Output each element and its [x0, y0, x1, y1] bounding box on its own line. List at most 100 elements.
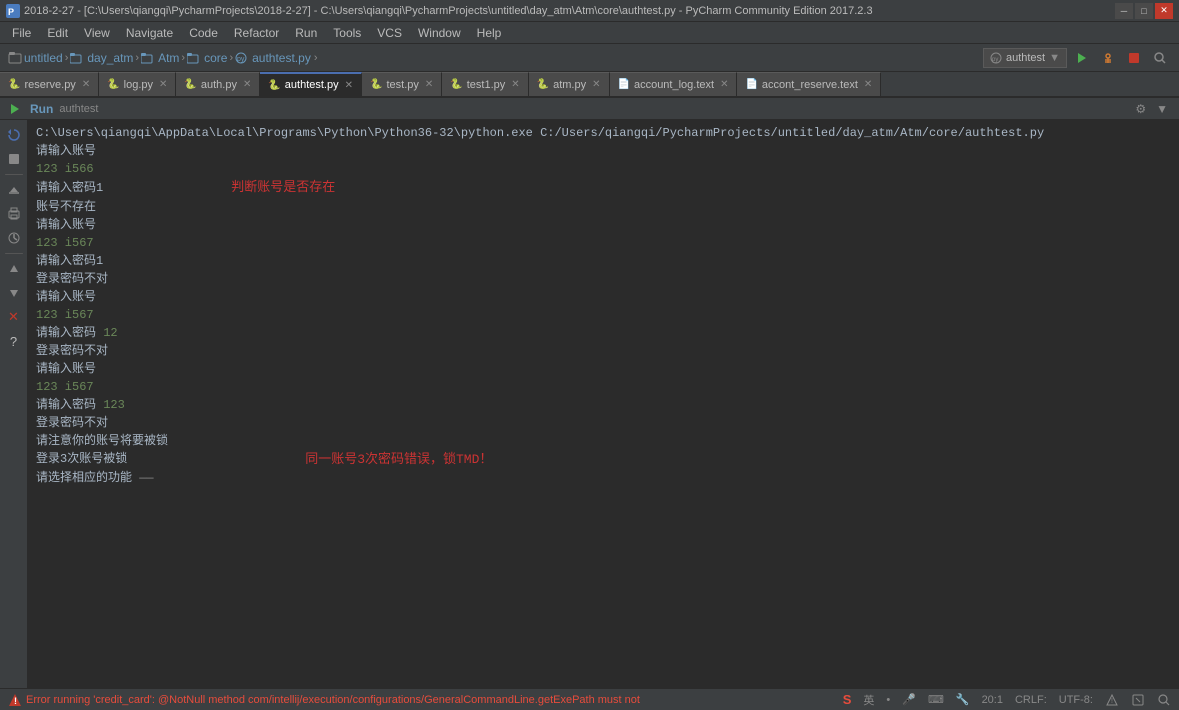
breadcrumb-authtest-label: authtest.py — [252, 51, 311, 65]
line-ending-indicator: CRLF: — [1015, 694, 1047, 706]
menu-navigate[interactable]: Navigate — [118, 24, 181, 42]
left-toolbar: ✕ ? — [0, 120, 28, 688]
menu-code[interactable]: Code — [181, 24, 226, 42]
breadcrumb-core[interactable]: core — [187, 51, 227, 65]
tab-test1-label: test1.py — [467, 79, 506, 91]
scroll-end-button[interactable] — [3, 179, 25, 201]
breadcrumb-sep-1: › — [65, 52, 69, 64]
breadcrumb-atm-label: Atm — [158, 51, 179, 65]
run-panel-title: Run — [30, 102, 53, 116]
run-config-chevron: ▼ — [1049, 52, 1060, 64]
output-line-11: 请输入密码 12 — [36, 324, 1171, 342]
output-line-18: 登录3次账号被锁 同一账号3次密码错误，锁TMD！ — [36, 450, 1171, 470]
stop-button[interactable] — [1123, 48, 1145, 68]
tab-test1-close[interactable]: ✕ — [511, 79, 519, 90]
keyboard-icon: ⌨ — [928, 693, 944, 706]
tab-atm-close[interactable]: ✕ — [592, 79, 600, 90]
tab-authtest-icon: 🐍 — [268, 80, 280, 91]
menu-window[interactable]: Window — [410, 24, 469, 42]
tab-auth-label: auth.py — [201, 79, 237, 91]
breadcrumb-day-atm-label: day_atm — [87, 51, 133, 65]
tab-test[interactable]: 🐍 test.py ✕ — [362, 72, 442, 96]
tab-authtest-label: authtest.py — [285, 79, 339, 91]
breadcrumb-untitled[interactable]: untitled — [24, 51, 63, 65]
svg-text:py: py — [992, 57, 998, 63]
tab-accont-reserve[interactable]: 📄 accont_reserve.text ✕ — [737, 72, 881, 96]
help-button[interactable]: ? — [3, 330, 25, 352]
tab-accont-reserve-close[interactable]: ✕ — [864, 79, 872, 90]
output-line-2: 123 i566 — [36, 160, 1171, 178]
tab-authtest[interactable]: 🐍 authtest.py ✕ — [260, 72, 362, 96]
breadcrumb-authtest[interactable]: py authtest.py › — [235, 51, 317, 65]
tab-account-log[interactable]: 📄 account_log.text ✕ — [610, 72, 738, 96]
debug-button[interactable] — [1097, 48, 1119, 68]
tab-reserve-label: reserve.py — [24, 79, 75, 91]
separator-1 — [5, 174, 23, 175]
rerun-button[interactable] — [3, 124, 25, 146]
menu-view[interactable]: View — [76, 24, 118, 42]
network-icon: • — [886, 694, 890, 706]
tab-atm-icon: 🐍 — [537, 79, 549, 90]
menu-edit[interactable]: Edit — [39, 24, 76, 42]
stop-run-button[interactable] — [3, 148, 25, 170]
menu-tools[interactable]: Tools — [325, 24, 369, 42]
tab-atm[interactable]: 🐍 atm.py ✕ — [529, 72, 610, 96]
tab-test1-icon: 🐍 — [450, 79, 462, 90]
tab-auth-close[interactable]: ✕ — [243, 79, 251, 90]
menu-run[interactable]: Run — [287, 24, 325, 42]
status-bar: ! Error running 'credit_card': @NotNull … — [0, 688, 1179, 710]
menu-file[interactable]: File — [4, 24, 39, 42]
up-button[interactable] — [3, 258, 25, 280]
down-button[interactable] — [3, 282, 25, 304]
window-title: 2018-2-27 - [C:\Users\qiangqi\PycharmPro… — [24, 5, 873, 17]
run-button[interactable] — [1071, 48, 1093, 68]
close-button[interactable]: ✕ — [1155, 3, 1173, 19]
mic-icon: 🎤 — [902, 693, 916, 706]
pin-button[interactable] — [3, 227, 25, 249]
tab-test1[interactable]: 🐍 test1.py ✕ — [442, 72, 528, 96]
output-line-6: 123 i567 — [36, 234, 1171, 252]
tab-log[interactable]: 🐍 log.py ✕ — [99, 72, 176, 96]
status-error-text: Error running 'credit_card': @NotNull me… — [26, 694, 640, 706]
warning-icon: ! — [1105, 693, 1119, 707]
output-line-14: 123 i567 — [36, 378, 1171, 396]
output-area[interactable]: C:\Users\qiangqi\AppData\Local\Programs\… — [28, 120, 1179, 688]
panel-collapse-button[interactable]: ▼ — [1153, 101, 1171, 117]
tab-authtest-close[interactable]: ✕ — [345, 80, 353, 91]
tab-reserve[interactable]: 🐍 reserve.py ✕ — [0, 72, 99, 96]
tab-auth[interactable]: 🐍 auth.py ✕ — [176, 72, 260, 96]
tab-account-log-label: account_log.text — [634, 79, 714, 91]
maximize-button[interactable]: □ — [1135, 3, 1153, 19]
breadcrumb-day-atm[interactable]: day_atm — [70, 51, 133, 65]
output-line-19: 请选择相应的功能 —— — [36, 469, 1171, 487]
title-bar: P 2018-2-27 - [C:\Users\qiangqi\PycharmP… — [0, 0, 1179, 22]
menu-vcs[interactable]: VCS — [369, 24, 410, 42]
menu-help[interactable]: Help — [469, 24, 510, 42]
title-bar-left: P 2018-2-27 - [C:\Users\qiangqi\PycharmP… — [6, 4, 873, 18]
ime-icon: S — [843, 692, 852, 707]
status-error: ! Error running 'credit_card': @NotNull … — [8, 693, 837, 707]
tab-test-close[interactable]: ✕ — [425, 79, 433, 90]
menu-refactor[interactable]: Refactor — [226, 24, 287, 42]
breadcrumb-untitled-label: untitled — [24, 51, 63, 65]
close-panel-button[interactable]: ✕ — [3, 306, 25, 328]
tab-test-icon: 🐍 — [370, 79, 382, 90]
position-indicator: 20:1 — [982, 694, 1003, 706]
print-button[interactable] — [3, 203, 25, 225]
breadcrumb-atm[interactable]: Atm — [141, 51, 179, 65]
tab-log-close[interactable]: ✕ — [159, 79, 167, 90]
search-icon-status[interactable] — [1157, 693, 1171, 707]
minimize-button[interactable]: ─ — [1115, 3, 1133, 19]
git-icon — [1131, 693, 1145, 707]
breadcrumb-project-icon — [8, 51, 22, 65]
window-controls[interactable]: ─ □ ✕ — [1115, 3, 1173, 19]
tab-account-log-close[interactable]: ✕ — [720, 79, 728, 90]
output-line-5: 请输入账号 — [36, 216, 1171, 234]
tab-test-label: test.py — [386, 79, 418, 91]
run-config-dropdown[interactable]: py authtest ▼ — [983, 48, 1067, 68]
tab-accont-reserve-icon: 📄 — [745, 79, 757, 90]
panel-settings-button[interactable]: ⚙ — [1132, 101, 1149, 117]
search-everywhere-button[interactable] — [1149, 48, 1171, 68]
tab-reserve-close[interactable]: ✕ — [82, 79, 90, 90]
output-line-4: 账号不存在 — [36, 198, 1171, 216]
